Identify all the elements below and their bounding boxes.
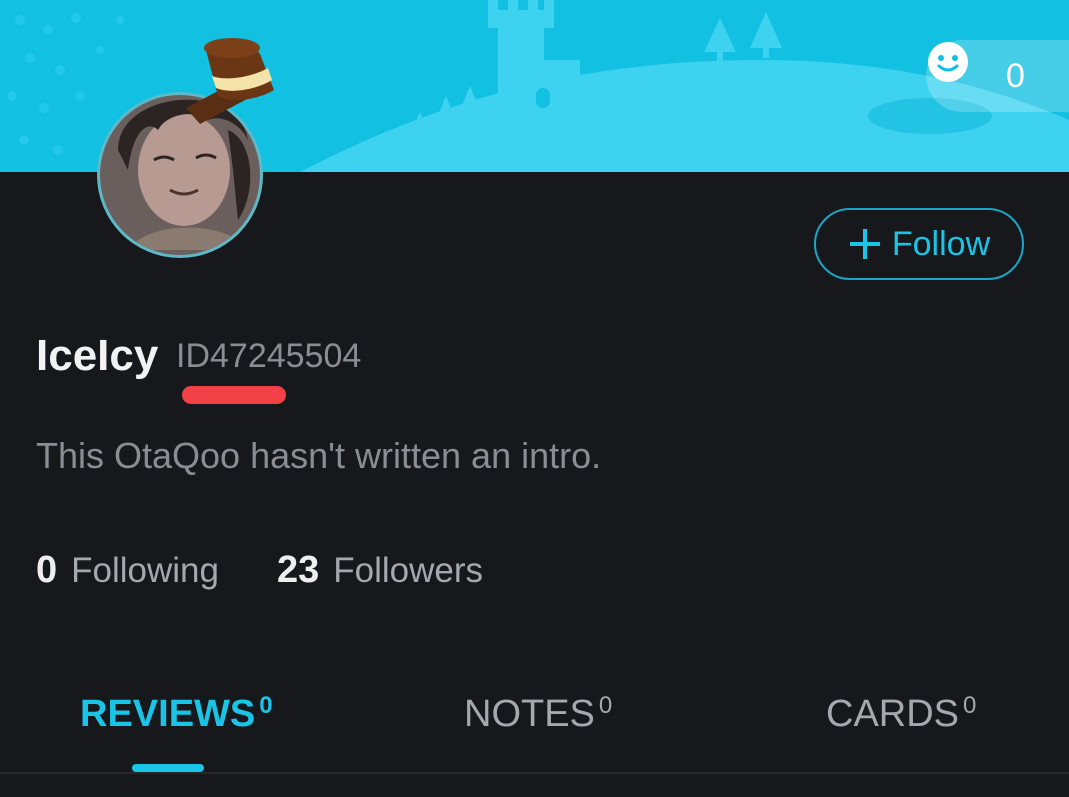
highlight-mark <box>182 386 286 404</box>
followers-label: Followers <box>333 551 484 590</box>
tab-notes-count: 0 <box>598 692 613 719</box>
like-counter[interactable]: 0 <box>926 40 1069 112</box>
plus-icon <box>849 229 880 259</box>
avatar-image <box>97 38 274 258</box>
follow-button-label: Follow <box>891 224 991 263</box>
tab-reviews-count: 0 <box>259 692 273 719</box>
tab-cards-label: CARDS <box>826 693 960 735</box>
tab-cards-count: 0 <box>963 692 977 719</box>
tabs-divider <box>0 772 1069 774</box>
profile-intro: This OtaQoo hasn't written an intro. <box>36 435 602 476</box>
tab-notes[interactable]: NOTES 0 <box>464 690 612 738</box>
like-count: 0 <box>1006 57 1025 95</box>
username: IceIcy <box>36 331 159 380</box>
followers-count: 23 <box>277 549 320 591</box>
following-label: Following <box>71 551 219 590</box>
tab-cards[interactable]: CARDS 0 <box>826 690 976 738</box>
avatar[interactable] <box>88 20 288 260</box>
tab-reviews[interactable]: REVIEWS 0 <box>80 690 273 738</box>
following-stat[interactable]: 0 Following <box>36 548 219 600</box>
active-tab-indicator <box>132 764 204 772</box>
following-count: 0 <box>36 549 58 591</box>
user-id: ID47245504 <box>176 337 362 375</box>
tab-reviews-label: REVIEWS <box>80 693 256 735</box>
smiley-face-icon <box>928 42 968 82</box>
tab-notes-label: NOTES <box>464 693 595 735</box>
followers-stat[interactable]: 23 Followers <box>277 548 483 600</box>
follow-button[interactable]: Follow <box>814 208 1024 280</box>
